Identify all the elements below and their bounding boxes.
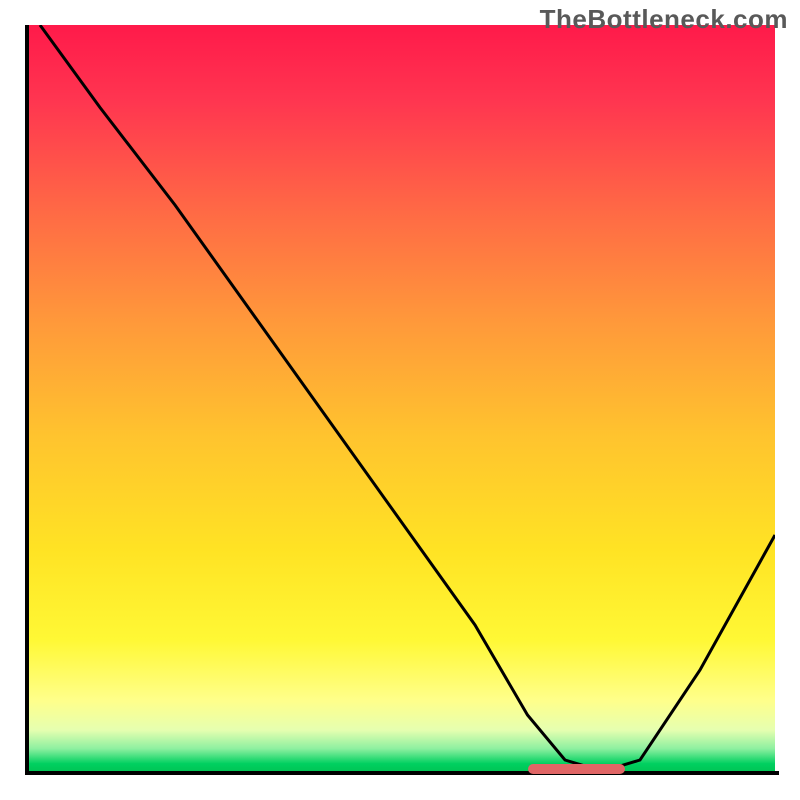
watermark-text: TheBottleneck.com xyxy=(540,4,788,35)
plot-area xyxy=(25,25,775,775)
y-axis xyxy=(25,25,29,775)
x-axis xyxy=(25,771,779,775)
optimal-range-marker xyxy=(528,764,626,774)
bottleneck-curve xyxy=(25,25,775,775)
chart-container: TheBottleneck.com xyxy=(0,0,800,800)
